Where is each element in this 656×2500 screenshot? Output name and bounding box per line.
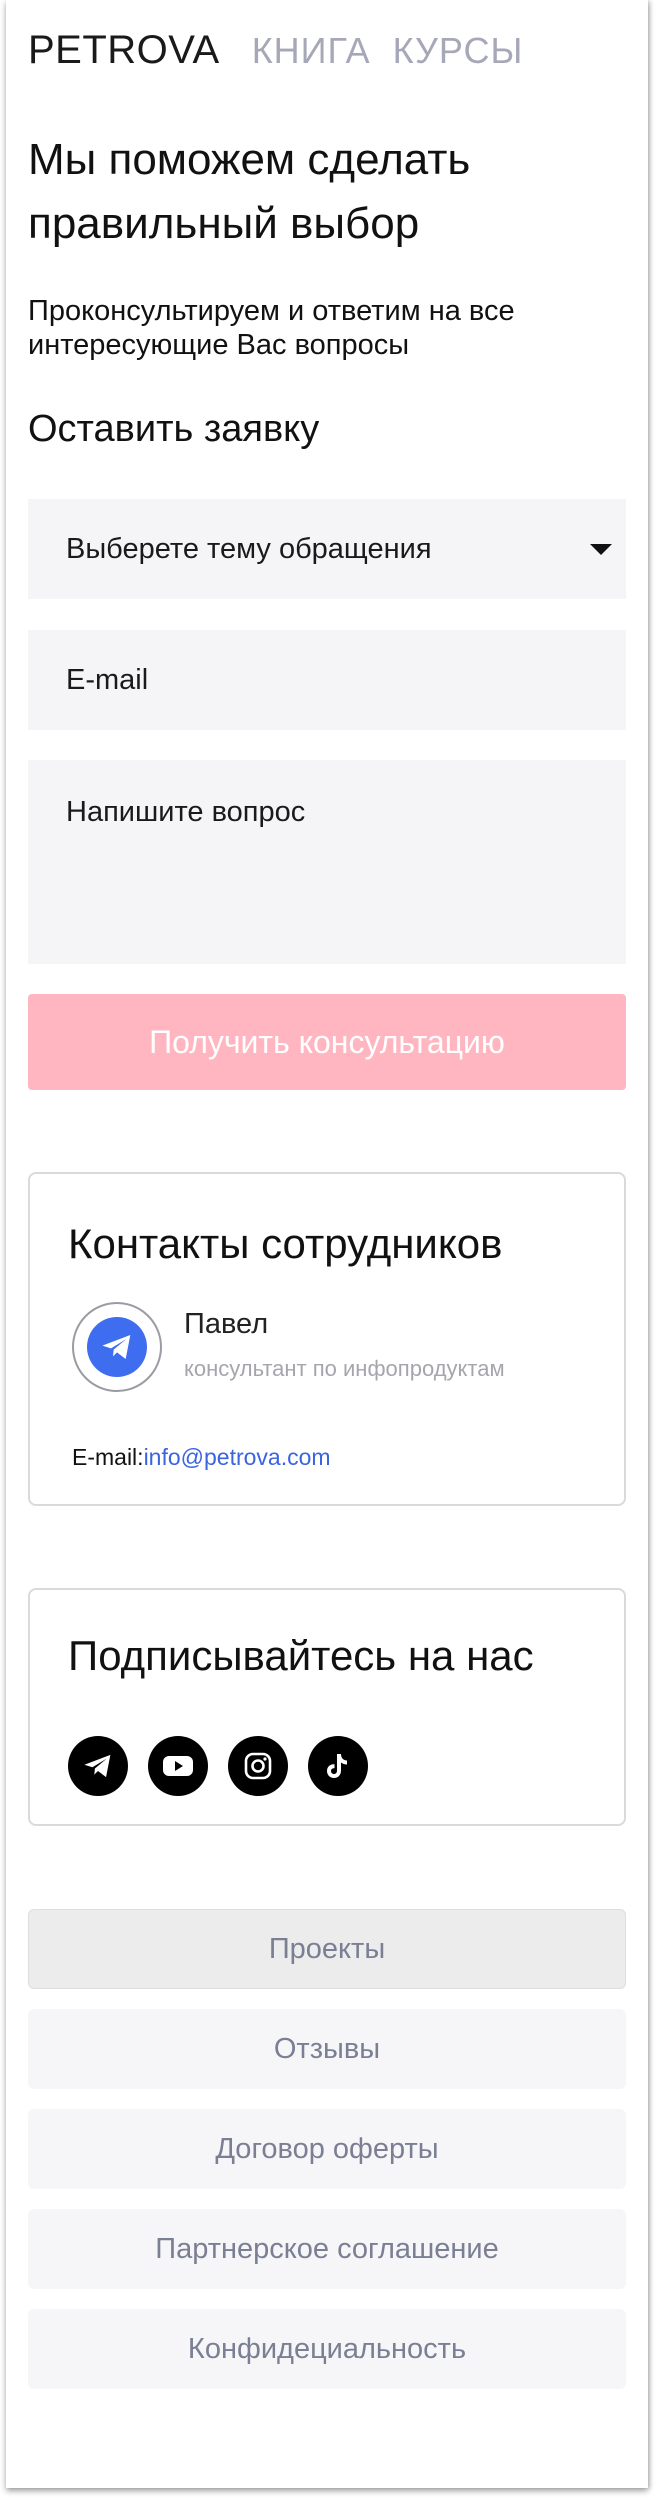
contacts-title: Контакты сотрудников (68, 1220, 503, 1267)
page: PETROVA КНИГА КУРСЫ Мы поможем сделать п… (6, 0, 648, 2488)
hero-title-line: Мы поможем сделать (28, 135, 471, 184)
social-title: Подписывайтесь на нас (68, 1632, 534, 1679)
logo[interactable]: PETROVA (28, 28, 220, 73)
form-title: Оставить заявку (28, 408, 320, 450)
question-placeholder: Напишите вопрос (66, 796, 306, 828)
hero-title-line: правильный выбор (28, 199, 420, 248)
instagram-icon[interactable] (228, 1736, 288, 1796)
footer-link-offer[interactable]: Договор оферты (28, 2109, 626, 2189)
footer-link-privacy[interactable]: Конфидециальность (28, 2309, 626, 2389)
hero-subtitle-line: Проконсультируем и ответим на все (28, 295, 515, 327)
telegram-avatar-icon (87, 1317, 147, 1377)
footer-link-partner[interactable]: Партнерское соглашение (28, 2209, 626, 2289)
telegram-icon[interactable] (68, 1736, 128, 1796)
nav-link-book[interactable]: КНИГА (252, 30, 371, 72)
email-field[interactable]: E-mail (28, 630, 626, 730)
caret-down-icon (590, 544, 612, 555)
email-label: E-mail: (72, 1444, 144, 1470)
topic-select-placeholder: Выберете тему обращения (66, 532, 432, 565)
tiktok-icon[interactable] (308, 1736, 368, 1796)
get-consultation-button[interactable]: Получить консультацию (28, 994, 626, 1090)
footer-link-projects[interactable]: Проекты (28, 1909, 626, 1989)
top-nav: PETROVA КНИГА КУРСЫ (28, 28, 626, 78)
question-textarea[interactable]: Напишите вопрос (28, 760, 626, 964)
hero-subtitle: Проконсультируем и ответим на все интере… (28, 294, 626, 362)
social-card: Подписывайтесь на нас (28, 1588, 626, 1826)
nav-link-courses[interactable]: КУРСЫ (393, 30, 524, 72)
youtube-icon[interactable] (148, 1736, 208, 1796)
hero-subtitle-line: интересующие Вас вопросы (28, 329, 410, 361)
social-icons (68, 1736, 388, 1796)
email-field-placeholder: E-mail (66, 663, 149, 696)
email-link[interactable]: info@petrova.com (144, 1444, 331, 1470)
topic-select[interactable]: Выберете тему обращения (28, 499, 626, 599)
person-name: Павел (184, 1308, 269, 1340)
contact-email-row: E-mail:info@petrova.com (72, 1444, 331, 1471)
footer-link-reviews[interactable]: Отзывы (28, 2009, 626, 2089)
contacts-card: Контакты сотрудников Павел консультант п… (28, 1172, 626, 1506)
avatar[interactable] (72, 1302, 162, 1392)
person-role: консультант по инфопродуктам (184, 1356, 505, 1381)
hero-title: Мы поможем сделать правильный выбор (28, 128, 626, 256)
